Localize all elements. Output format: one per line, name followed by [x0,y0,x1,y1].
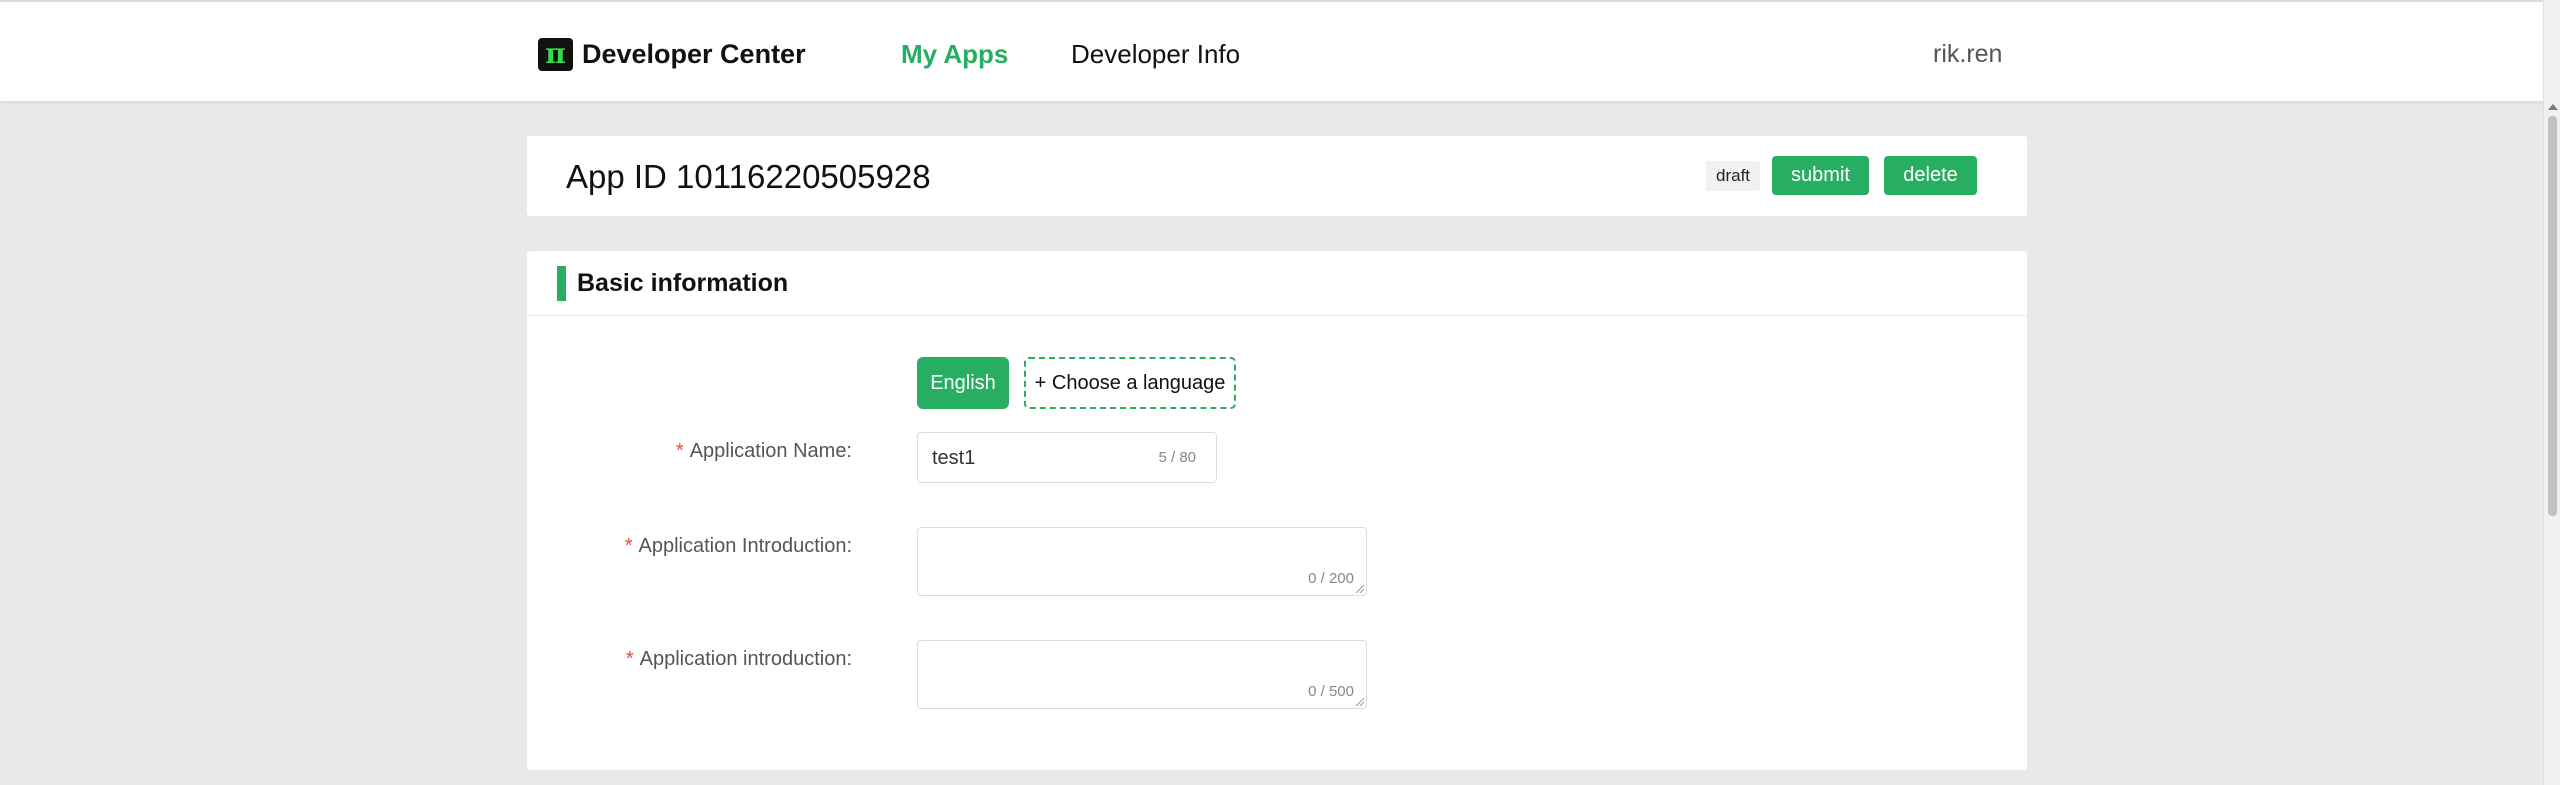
resize-handle-icon[interactable] [1356,585,1364,593]
pi-logo-icon[interactable]: π [538,38,573,71]
nav-my-apps[interactable]: My Apps [901,37,1008,71]
application-name-input[interactable]: test1 5 / 80 [917,432,1217,483]
character-counter: 0 / 500 [1308,683,1354,700]
status-badge: draft [1706,161,1761,191]
submit-button[interactable]: submit [1772,156,1869,195]
top-navigation-bar: π Developer Center My Apps Developer Inf… [0,0,2543,101]
nav-developer-info[interactable]: Developer Info [1071,37,1240,71]
resize-handle-icon[interactable] [1356,698,1364,706]
section-accent-bar [557,266,566,301]
required-mark: * [675,440,684,462]
language-tab-english[interactable]: English [917,357,1009,409]
delete-button[interactable]: delete [1884,156,1977,195]
user-menu[interactable]: rik.ren [1933,37,2002,71]
choose-language-button[interactable]: + Choose a language [1024,357,1236,409]
scroll-thumb[interactable] [2548,116,2557,516]
input-value[interactable]: test1 [932,446,975,470]
required-mark: * [625,648,634,670]
application-introduction-textarea[interactable]: 0 / 200 [917,527,1367,596]
label-text: Application Name: [689,440,852,462]
scroll-up-arrow-icon[interactable] [2548,104,2558,110]
app-header-card: App ID 10116220505928 draft submit delet… [527,136,2027,216]
brand-title[interactable]: Developer Center [582,37,806,71]
application-introduction-label: * Application Introduction: [527,533,852,559]
pi-glyph: π [545,36,566,70]
section-header: Basic information [527,251,2027,316]
label-text: Application introduction: [639,648,852,670]
application-name-label: * Application Name: [527,438,852,464]
character-counter: 0 / 200 [1308,570,1354,587]
page-scrollbar[interactable] [2543,0,2560,785]
app-id-title: App ID 10116220505928 [566,158,931,195]
required-mark: * [624,535,633,557]
label-text: Application Introduction: [638,535,852,557]
basic-information-card: Basic information English + Choose a lan… [527,251,2027,770]
character-counter: 5 / 80 [1158,449,1196,466]
section-title: Basic information [577,269,789,297]
application-description-label: * Application introduction: [527,646,852,672]
application-description-textarea[interactable]: 0 / 500 [917,640,1367,709]
